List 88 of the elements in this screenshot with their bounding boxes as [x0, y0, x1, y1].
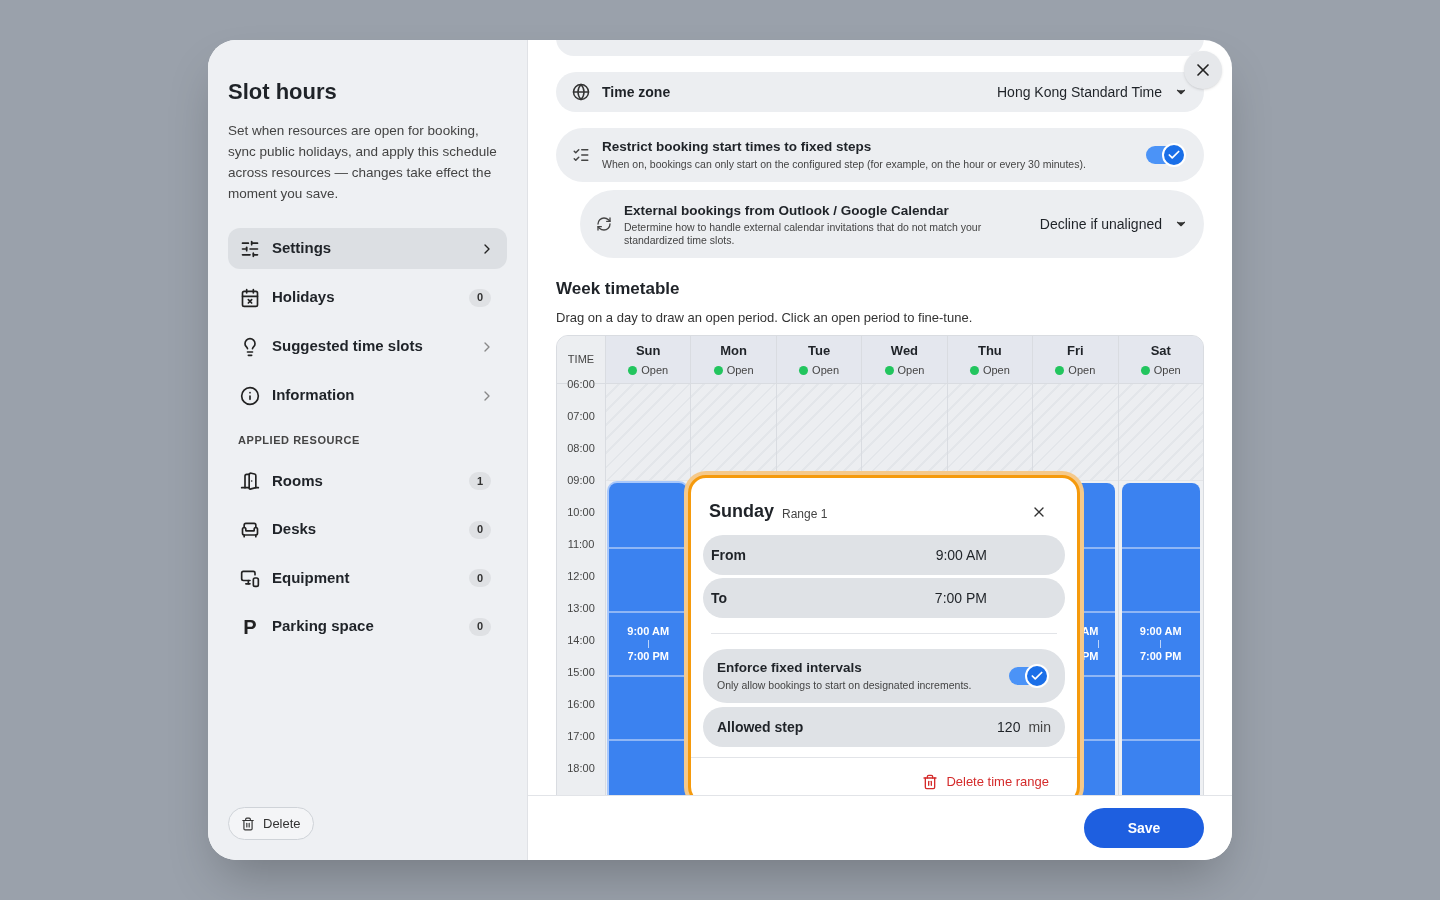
field-label: Allowed step	[717, 717, 804, 737]
toggle-switch[interactable]	[1009, 667, 1047, 685]
setting-description: When on, bookings can only start on the configured step (for example, on the hour or every 30 minutes).	[602, 157, 1086, 173]
field-label: To	[711, 588, 728, 608]
delete-button[interactable]: Delete	[228, 807, 314, 840]
nav-item[interactable]: Settings	[228, 228, 507, 269]
section-title: Week timetable	[556, 278, 681, 300]
popover-subtitle: Range 1	[782, 505, 828, 523]
resource-label: Rooms	[272, 470, 323, 491]
period-end: 7:00 PM	[627, 648, 669, 664]
info-icon	[240, 385, 260, 406]
count-badge: 1	[469, 472, 491, 490]
period-start: 9:00 AM	[1139, 624, 1182, 639]
check-icon	[1030, 669, 1044, 683]
nav-label: Suggested time slots	[272, 336, 423, 357]
day-status: Open	[982, 363, 1010, 378]
parking-icon: P	[240, 616, 260, 637]
close-button[interactable]	[1184, 51, 1222, 89]
open-period[interactable]: 9:00 AM 7:00 PM	[1121, 483, 1200, 795]
day-name: Sun	[635, 341, 661, 360]
nav-label: Settings	[272, 238, 332, 259]
globe-icon	[572, 83, 590, 101]
popover-title: Sunday	[709, 500, 774, 523]
external-policy-select[interactable]: Decline if unaligned	[1039, 213, 1162, 235]
day-name: Wed	[890, 341, 919, 360]
day-name: Fri	[1067, 341, 1084, 360]
field-value: 120	[997, 717, 1021, 737]
nav-item[interactable]: Suggested time slots	[228, 326, 507, 367]
count-badge: 0	[469, 617, 491, 636]
dialog-description: Set when resources are open for booking, sync public holidays, and apply this schedule across resources — changes take effect the moment you save.	[228, 122, 498, 203]
field-label: From	[711, 545, 746, 565]
door-icon	[240, 471, 260, 491]
toggle-switch[interactable]	[1146, 146, 1184, 164]
resource-label: Equipment	[272, 567, 350, 588]
day-name: Mon	[720, 341, 747, 360]
count-badge: 0	[469, 288, 491, 307]
resource-item[interactable]: Equipment 0	[228, 557, 507, 599]
save-button[interactable]: Save	[1084, 808, 1204, 848]
field-value: 7:00 PM	[934, 588, 987, 608]
resource-item[interactable]: Desks 0	[228, 509, 507, 550]
setting-description: Determine how to handle external calendar invitations that do not match your standardized time slots.	[624, 221, 983, 248]
trash-icon	[241, 816, 255, 831]
section-label: APPLIED RESOURCE	[237, 433, 361, 448]
time-zone-select[interactable]: Time zone Hong Kong Standard Time	[556, 72, 1204, 112]
step-field[interactable]: Allowed step 120 min	[703, 707, 1065, 747]
unit-label: min	[1028, 717, 1051, 737]
resource-item[interactable]: P Parking space 0	[228, 606, 507, 647]
setting-description: Only allow bookings to start on designated increments.	[717, 678, 972, 694]
count-badge: 0	[469, 569, 491, 587]
resource-item[interactable]: Rooms 1	[228, 460, 507, 502]
field-value: 9:00 AM	[935, 545, 987, 565]
sliders-icon	[240, 238, 260, 259]
day-name: Thu	[978, 341, 1002, 360]
field-value: Hong Kong Standard Time	[997, 82, 1162, 102]
resource-label: Parking space	[272, 616, 374, 637]
delete-range-button[interactable]: Delete time range	[922, 772, 1049, 792]
period-start: 9:00 AM	[627, 624, 670, 639]
day-status: Open	[726, 363, 754, 378]
nav-label: Holidays	[272, 287, 335, 308]
time-header: TIME	[567, 352, 595, 368]
nav-item[interactable]: Information	[228, 375, 507, 416]
dialog-title: Slot hours	[228, 78, 338, 106]
devices-icon	[240, 568, 260, 588]
day-status: Open	[1153, 363, 1181, 378]
count-badge: 0	[469, 520, 491, 539]
to-field[interactable]: To 7:00 PM	[703, 578, 1065, 618]
trash-icon	[922, 773, 939, 790]
nav-item[interactable]: Holidays 0	[228, 277, 507, 318]
calendar-icon	[240, 287, 260, 308]
day-status: Open	[897, 363, 925, 378]
day-status: Open	[1068, 363, 1096, 378]
setting-title: Enforce fixed intervals	[717, 659, 863, 677]
resource-label: Desks	[272, 519, 317, 540]
field-label: Time zone	[602, 82, 671, 102]
check-icon	[1167, 148, 1181, 162]
day-name: Tue	[807, 341, 831, 360]
setting-title: Restrict booking start times to fixed steps	[602, 138, 873, 156]
from-field[interactable]: From 9:00 AM	[703, 535, 1065, 575]
period-end: 7:00 PM	[1139, 648, 1182, 664]
day-status: Open	[641, 363, 669, 378]
setting-title: External bookings from Outlook / Google Calendar	[624, 201, 950, 220]
open-period[interactable]: 9:00 AM 7:00 PM	[609, 483, 688, 795]
nav-label: Information	[272, 385, 355, 406]
list-icon	[572, 146, 590, 164]
sync-icon	[596, 216, 612, 232]
day-status: Open	[812, 363, 839, 378]
section-subtitle: Drag on a day to draw an open period. Click an open period to fine-tune.	[556, 308, 974, 327]
day-name: Sat	[1150, 341, 1171, 360]
